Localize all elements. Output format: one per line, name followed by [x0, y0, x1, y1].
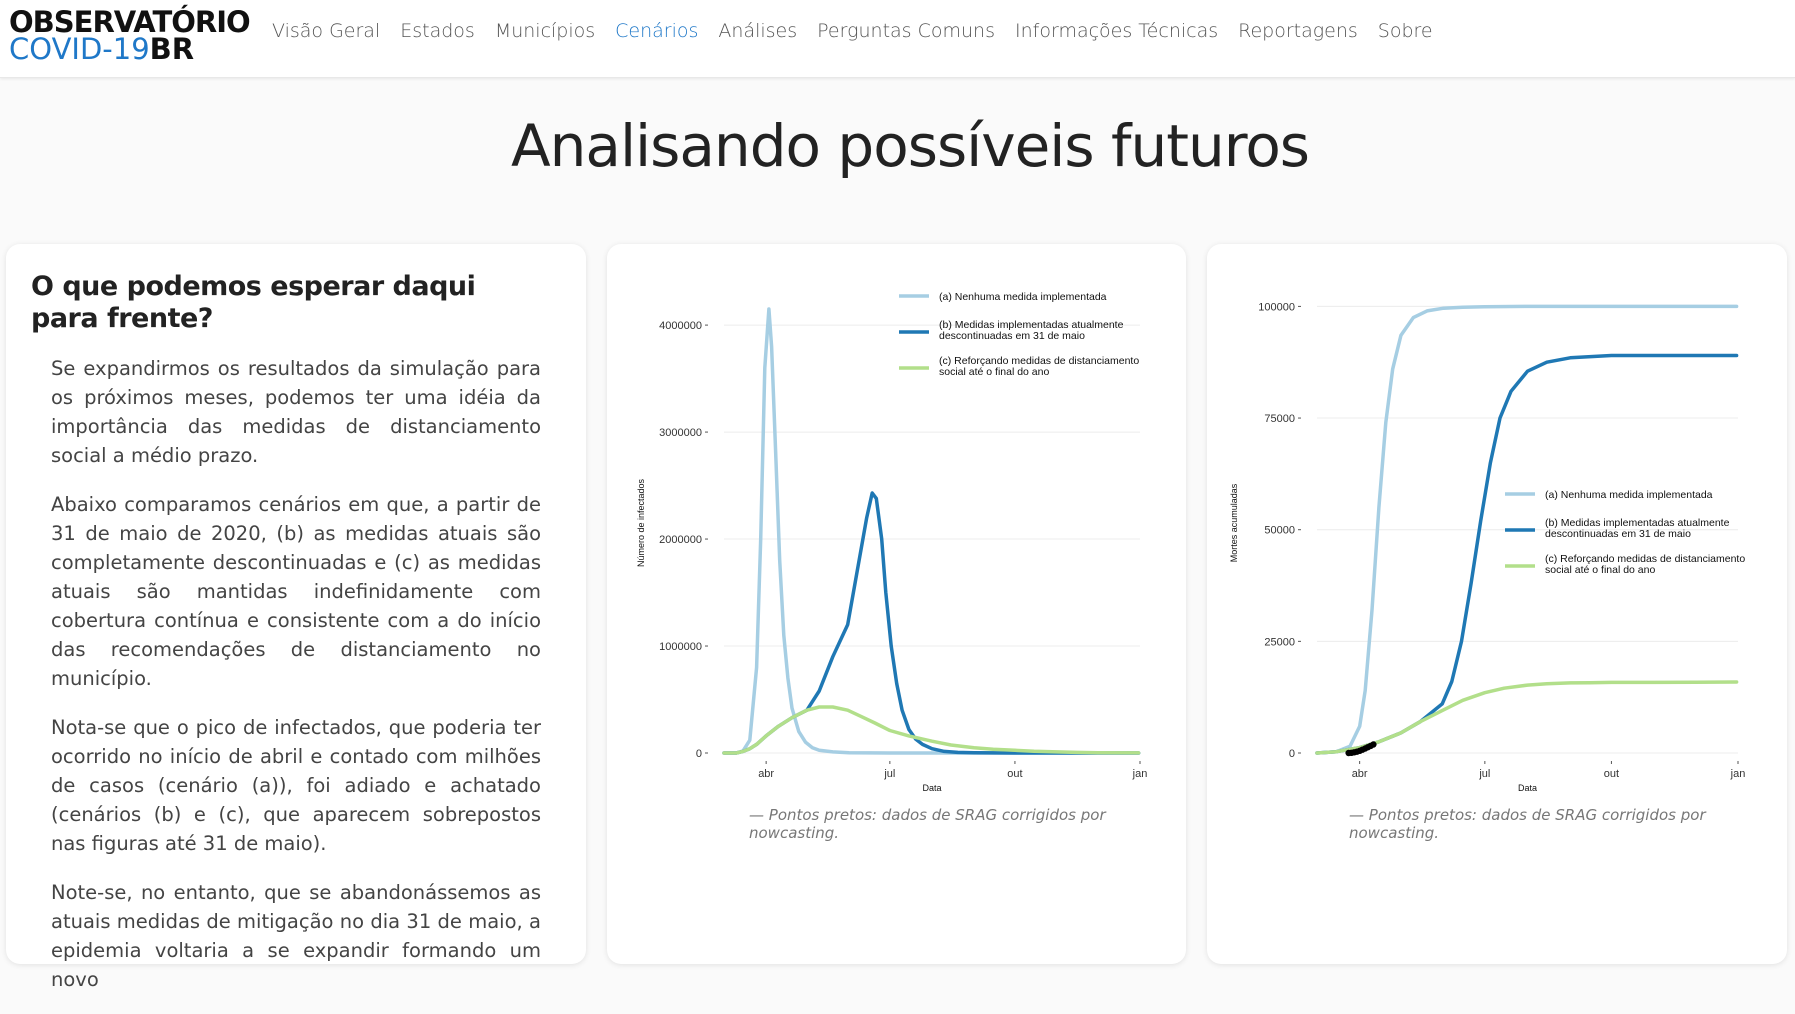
x-tick-label: jul [1478, 768, 1490, 780]
paragraph: Se expandirmos os resultados da simulaçã… [51, 357, 541, 467]
legend-label: descontinuadas em 31 de maio [1545, 528, 1691, 540]
x-tick-label: jan [1132, 768, 1148, 780]
nav-visao-geral[interactable]: Visão Geral [262, 20, 390, 42]
page-title: Analisando possíveis futuros [510, 112, 1310, 180]
legend-label: social até o final do ano [1545, 564, 1655, 576]
x-axis-label: Data [922, 783, 941, 793]
infected-chart: 0 1000000 2000000 3000000 4000000 abr jul out ja… [636, 291, 1148, 793]
y-tick-label: 0 [696, 748, 702, 760]
chart-caption: — Pontos pretos: dados de SRAG corrigido… [749, 806, 1106, 842]
legend-label: (a) Nenhuma medida implementada [939, 291, 1107, 303]
series-line [722, 491, 1141, 755]
paragraph: Nota-se que o pico de infectados, que po… [51, 716, 541, 855]
y-tick-label: 100000 [1258, 301, 1295, 313]
paragraph: Note-se, no entanto, que se abandonássem… [51, 881, 541, 991]
legend-label: (a) Nenhuma medida implementada [1545, 489, 1713, 501]
y-tick-label: 4000000 [659, 320, 702, 332]
legend-label: social até o final do ano [939, 366, 1049, 378]
y-tick-label: 50000 [1264, 525, 1295, 537]
card-heading: O que podemos esperar daqui para frente? [31, 271, 476, 334]
series-line [722, 705, 1141, 755]
logo-line-2: COVID-19BR [9, 32, 195, 66]
nav-perguntas-comuns[interactable]: Perguntas Comuns [807, 20, 1005, 42]
x-tick-label: abr [758, 768, 774, 780]
y-tick-label: 1000000 [659, 641, 702, 653]
navbar: OBSERVATÓRIO COVID-19BR Visão Geral Esta… [0, 0, 1795, 78]
y-tick-label: 2000000 [659, 534, 702, 546]
deaths-chart-card: 0 25000 50000 75000 100000 abr jul out jan Data Mo… [1207, 244, 1787, 964]
deaths-chart: 0 25000 50000 75000 100000 abr jul out jan Data Mo… [1229, 301, 1746, 793]
nav-analises[interactable]: Análises [708, 20, 807, 42]
x-tick-label: jul [883, 768, 895, 780]
text-card: O que podemos esperar daqui para frente?… [6, 244, 586, 991]
y-axis-label: Mortes acumuladas [1229, 483, 1239, 562]
nav-cenarios[interactable]: Cenários [605, 20, 708, 42]
card-body: Se expandirmos os resultados da simulaçã… [51, 354, 541, 1014]
infected-chart-card: 0 1000000 2000000 3000000 4000000 abr jul out ja… [607, 244, 1186, 964]
x-tick-label: abr [1352, 768, 1368, 780]
paragraph: Abaixo comparamos cenários em que, a par… [51, 493, 541, 690]
nav-informacoes-tecnicas[interactable]: Informações Técnicas [1005, 20, 1228, 42]
nav-reportagens[interactable]: Reportagens [1228, 20, 1368, 42]
y-axis-label: Número de infectados [636, 478, 646, 567]
y-tick-label: 25000 [1264, 636, 1295, 648]
y-tick-label: 3000000 [659, 427, 702, 439]
x-tick-label: out [1604, 768, 1619, 780]
y-tick-label: 0 [1289, 748, 1295, 760]
y-tick-label: 75000 [1264, 413, 1295, 425]
data-point [1370, 741, 1377, 748]
series-line [1315, 680, 1739, 755]
chart-caption: — Pontos pretos: dados de SRAG corrigido… [1349, 806, 1706, 842]
nav-estados[interactable]: Estados [390, 20, 485, 42]
series-line [722, 307, 1141, 755]
site-logo[interactable]: OBSERVATÓRIO COVID-19BR [9, 8, 251, 66]
nav-municipios[interactable]: Municípios [485, 20, 605, 42]
main-nav: Visão Geral Estados Municípios Cenários … [262, 20, 1443, 42]
x-tick-label: out [1007, 768, 1022, 780]
x-tick-label: jan [1730, 768, 1746, 780]
x-axis-label: Data [1518, 783, 1537, 793]
nav-sobre[interactable]: Sobre [1368, 20, 1443, 42]
legend-label: descontinuadas em 31 de maio [939, 330, 1085, 342]
